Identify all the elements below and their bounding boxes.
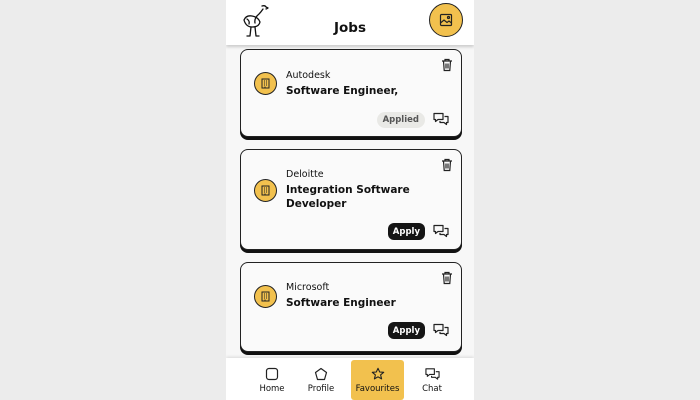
company-name: Deloitte [286,169,324,180]
nav-chat[interactable]: Chat [410,360,454,400]
nav-home[interactable]: Home [250,360,294,400]
company-building-icon [254,285,277,308]
job-card[interactable]: Microsoft Software Engineer Apply [240,262,462,352]
home-icon [265,367,279,380]
nav-home-label: Home [259,383,285,394]
chat-icon[interactable] [433,323,449,337]
trash-icon[interactable] [441,158,453,172]
job-card[interactable]: Deloitte Integration Software Developer … [240,149,462,250]
company-building-icon [254,179,277,202]
nav-favourites[interactable]: Favourites [351,360,404,400]
nav-profile[interactable]: Profile [299,360,343,400]
chat-icon[interactable] [433,112,449,126]
company-name: Autodesk [286,70,331,81]
job-title: Software Engineer [286,297,396,309]
pentagon-icon [314,367,328,380]
nav-profile-label: Profile [307,383,335,394]
job-title: Software Engineer, [286,85,399,97]
nav-chat-label: Chat [422,383,442,394]
job-card[interactable]: Autodesk Software Engineer, Applied [240,49,462,137]
job-list: Autodesk Software Engineer, Applied Delo… [226,45,474,357]
nav-favourites-label: Favourites [355,383,400,394]
apply-button[interactable]: Apply [387,322,425,339]
job-title: Integration Software Developer [286,184,410,210]
profile-picture-button[interactable] [429,3,463,37]
chat-icon [424,367,440,380]
apply-button[interactable]: Apply [387,223,425,240]
chat-icon[interactable] [433,224,449,238]
company-name: Microsoft [286,282,330,293]
trash-icon[interactable] [441,271,453,285]
applied-status-badge: Applied [376,112,425,128]
app-screen: Jobs Autodesk Software Engineer, Applied [226,0,474,400]
header: Jobs [226,0,474,45]
company-building-icon [254,72,277,95]
trash-icon[interactable] [441,58,453,72]
bottom-navigation: Home Profile Favourites Chat [226,358,474,400]
star-icon [371,367,384,379]
profile-picture-icon [439,13,453,27]
